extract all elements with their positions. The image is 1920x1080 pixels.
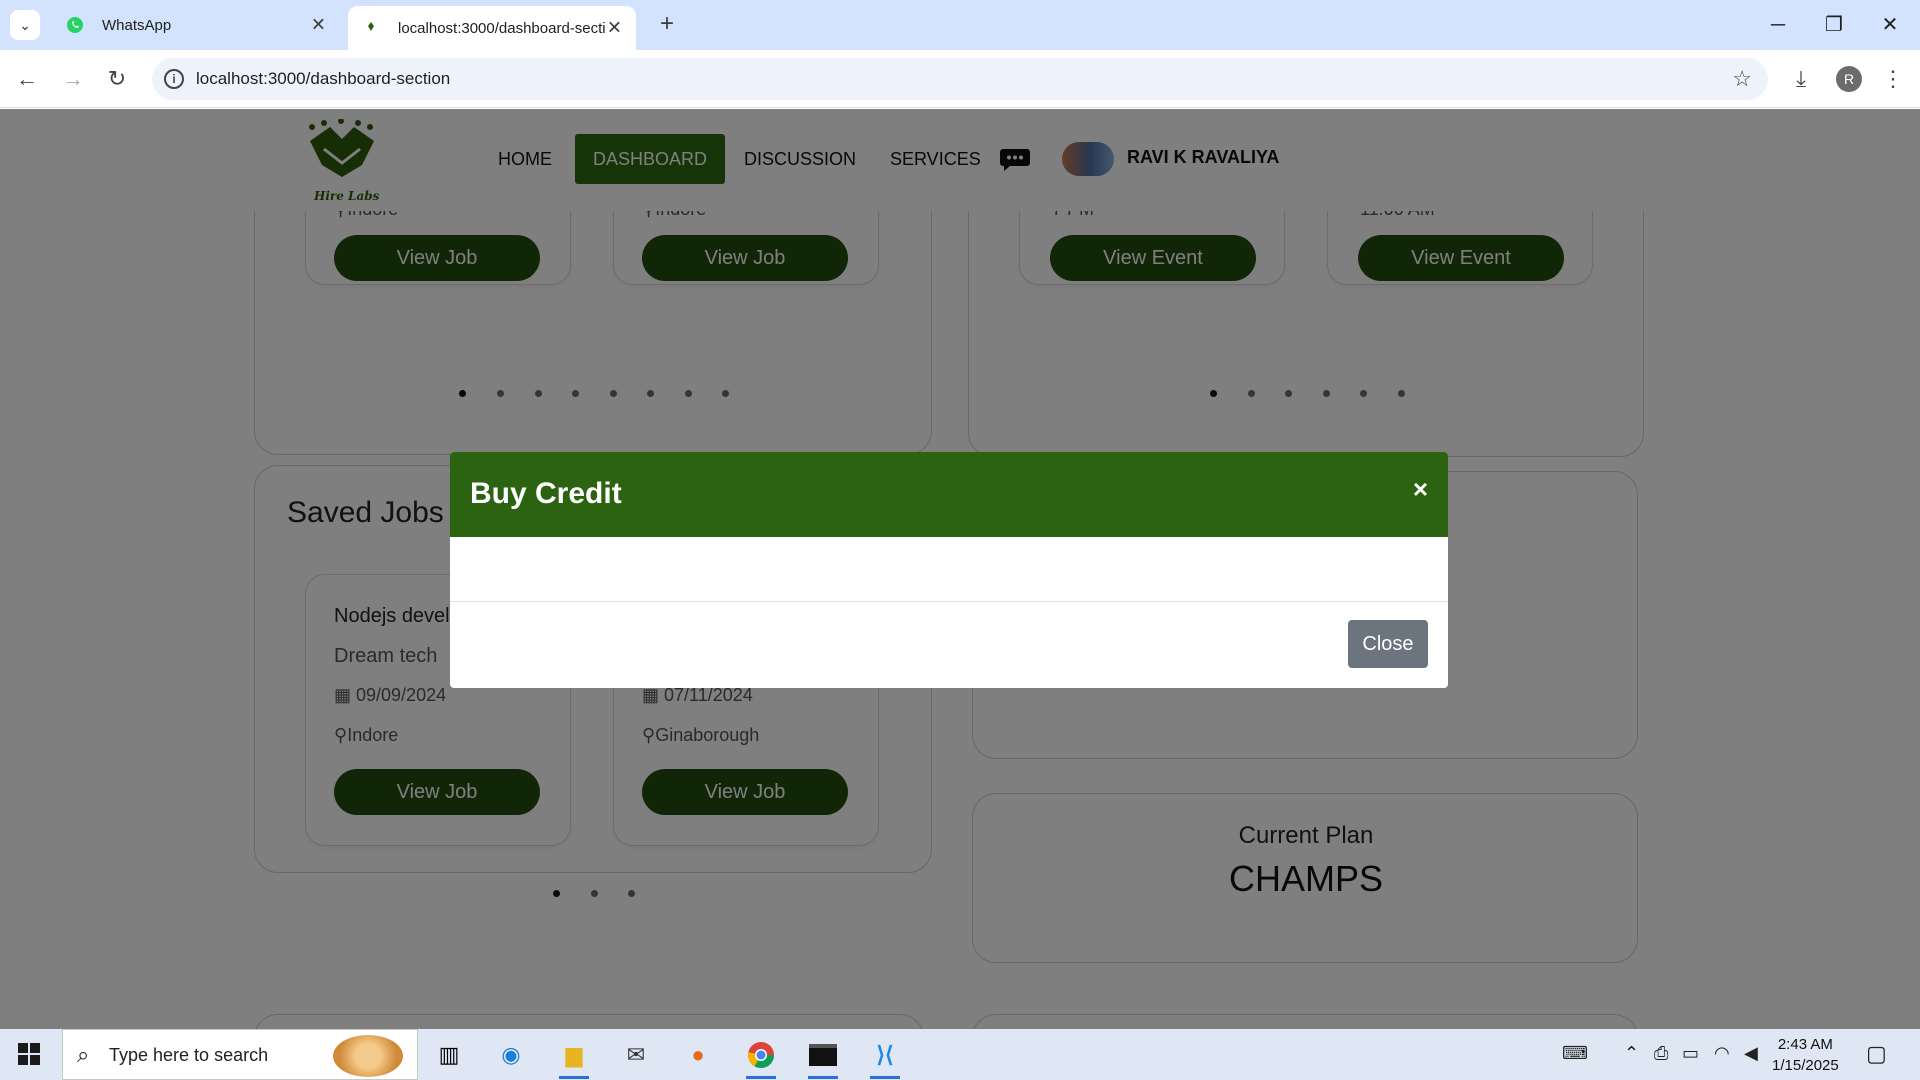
vscode-icon[interactable]: ⟩⟨ <box>862 1035 908 1079</box>
reload-icon[interactable]: ↻ <box>100 62 134 96</box>
modal-body <box>450 537 1448 602</box>
show-hidden-icons-icon[interactable]: ⌃ <box>1624 1043 1639 1064</box>
wifi-icon[interactable]: ◠ <box>1714 1043 1730 1064</box>
tab-search-button[interactable]: ⌄ <box>10 10 40 40</box>
keyboard-icon[interactable]: ⌨ <box>1562 1043 1588 1064</box>
download-icon[interactable]: ⤓ <box>1784 62 1818 96</box>
browser-tab-strip: ⌄ WhatsApp ✕ localhost:3000/dashboard-se… <box>0 0 1920 50</box>
close-window-button[interactable]: ✕ <box>1862 8 1918 42</box>
file-explorer-icon[interactable]: ▆ <box>551 1035 597 1079</box>
minimize-button[interactable]: ─ <box>1750 8 1806 42</box>
forward-icon[interactable]: → <box>56 62 90 96</box>
system-clock[interactable]: 2:43 AM 1/15/2025 <box>1772 1034 1839 1076</box>
hire-labs-favicon <box>368 22 374 31</box>
tab-title: WhatsApp <box>102 16 172 34</box>
restore-button[interactable]: ❐ <box>1806 8 1862 42</box>
tab-dashboard[interactable]: localhost:3000/dashboard-secti ✕ <box>348 6 636 50</box>
clock-date: 1/15/2025 <box>1772 1057 1839 1074</box>
url-text[interactable]: localhost:3000/dashboard-section <box>196 69 450 89</box>
whatsapp-icon <box>67 17 83 33</box>
bookmark-star-icon[interactable]: ☆ <box>1732 66 1752 92</box>
tab-whatsapp[interactable]: WhatsApp ✕ <box>52 6 344 44</box>
firefox-icon[interactable]: ● <box>675 1035 721 1075</box>
profile-avatar[interactable]: R <box>1836 66 1862 92</box>
taskbar-search-box[interactable]: ⌕ Type here to search <box>62 1029 418 1080</box>
volume-icon[interactable]: ◀ <box>1744 1043 1758 1064</box>
close-tab-icon[interactable]: ✕ <box>607 18 622 39</box>
tab-title: localhost:3000/dashboard-secti <box>398 19 606 37</box>
clock-time: 2:43 AM <box>1777 1036 1833 1053</box>
buy-credit-modal: Buy Credit × Close <box>450 452 1448 688</box>
close-tab-icon[interactable]: ✕ <box>311 15 326 36</box>
chrome-icon[interactable] <box>738 1035 784 1079</box>
battery-icon[interactable]: ▭ <box>1682 1043 1699 1064</box>
terminal-icon[interactable] <box>800 1035 846 1079</box>
edge-icon[interactable]: ◉ <box>488 1035 534 1075</box>
browser-toolbar: ← → ↻ i localhost:3000/dashboard-section… <box>0 50 1920 108</box>
new-tab-button[interactable]: + <box>652 10 682 40</box>
site-info-icon[interactable]: i <box>164 69 184 89</box>
meet-now-icon[interactable]: ⎙ <box>1654 1043 1668 1064</box>
search-placeholder: Type here to search <box>109 1045 269 1065</box>
search-highlight-image <box>333 1035 403 1077</box>
mail-icon[interactable]: ✉ <box>613 1035 659 1075</box>
menu-kebab-icon[interactable]: ⋮ <box>1876 62 1910 96</box>
modal-header: Buy Credit × <box>450 452 1448 537</box>
close-icon[interactable]: × <box>1413 474 1428 505</box>
chevron-down-icon: ⌄ <box>19 16 31 33</box>
search-icon: ⌕ <box>77 1042 90 1067</box>
windows-start-icon[interactable] <box>18 1043 40 1065</box>
back-icon[interactable]: ← <box>10 62 44 96</box>
modal-title: Buy Credit <box>470 477 622 510</box>
task-view-icon[interactable]: ▥ <box>426 1035 472 1075</box>
address-bar[interactable]: i localhost:3000/dashboard-section ☆ <box>152 58 1768 100</box>
close-button[interactable]: Close <box>1348 620 1428 668</box>
windows-taskbar: ⌕ Type here to search ▥ ◉ ▆ ✉ ● ⟩⟨ ⌨ ⌃ ⎙… <box>0 1029 1920 1080</box>
notifications-icon[interactable]: ▢ <box>1866 1041 1887 1067</box>
